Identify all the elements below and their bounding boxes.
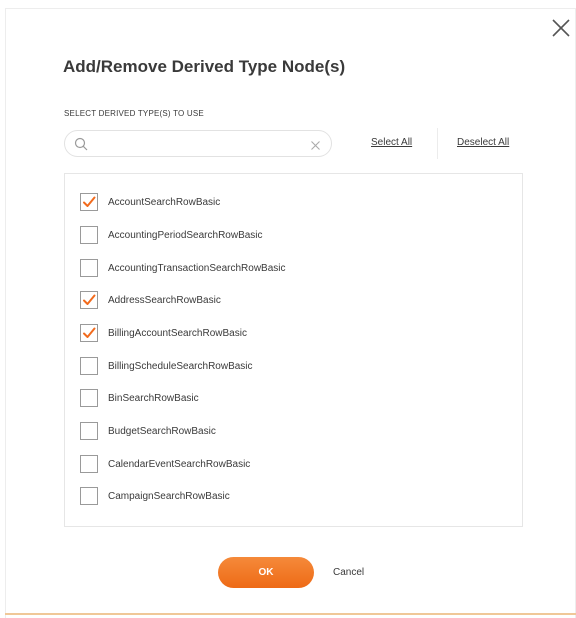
search-icon [74, 137, 88, 151]
list-item[interactable]: CampaignSearchRowBasic [80, 486, 230, 506]
checkmark-icon [83, 196, 96, 207]
section-label: SELECT DERIVED TYPE(S) TO USE [64, 109, 204, 118]
list-item-label: BillingAccountSearchRowBasic [108, 327, 247, 339]
derived-type-list: AccountSearchRowBasic AccountingPeriodSe… [64, 173, 523, 527]
list-item-label: AddressSearchRowBasic [108, 294, 221, 306]
list-item-label: BinSearchRowBasic [108, 392, 199, 404]
checkbox-checked[interactable] [80, 324, 98, 342]
divider [437, 128, 438, 159]
deselect-all-link[interactable]: Deselect All [457, 136, 509, 150]
ok-button[interactable]: OK [218, 557, 314, 588]
list-item-label: CalendarEventSearchRowBasic [108, 458, 251, 470]
checkbox[interactable] [80, 455, 98, 473]
list-item-label: AccountingTransactionSearchRowBasic [108, 262, 286, 274]
list-item-label: AccountSearchRowBasic [108, 196, 221, 208]
checkmark-icon [83, 294, 96, 305]
cancel-button[interactable]: Cancel [333, 567, 364, 579]
checkbox[interactable] [80, 259, 98, 277]
checkbox-checked[interactable] [80, 193, 98, 211]
list-item-label: AccountingPeriodSearchRowBasic [108, 229, 263, 241]
close-icon[interactable] [549, 16, 573, 40]
checkbox-checked[interactable] [80, 291, 98, 309]
list-item[interactable]: AccountingTransactionSearchRowBasic [80, 258, 286, 278]
select-all-link[interactable]: Select All [371, 136, 412, 150]
dialog-title: Add/Remove Derived Type Node(s) [63, 57, 346, 76]
checkbox[interactable] [80, 389, 98, 407]
list-item[interactable]: BinSearchRowBasic [80, 388, 199, 408]
list-item-label: BudgetSearchRowBasic [108, 425, 216, 437]
checkbox[interactable] [80, 487, 98, 505]
list-item[interactable]: AccountingPeriodSearchRowBasic [80, 225, 263, 245]
search-box [64, 130, 332, 157]
list-item[interactable]: AddressSearchRowBasic [80, 290, 221, 310]
checkbox[interactable] [80, 357, 98, 375]
derived-type-dialog: Add/Remove Derived Type Node(s) SELECT D… [0, 0, 576, 618]
dialog-bottom-accent [5, 613, 576, 615]
list-item[interactable]: BudgetSearchRowBasic [80, 421, 216, 441]
list-item[interactable]: BillingAccountSearchRowBasic [80, 323, 247, 343]
list-item[interactable]: AccountSearchRowBasic [80, 192, 220, 212]
checkbox[interactable] [80, 226, 98, 244]
list-item[interactable]: BillingScheduleSearchRowBasic [80, 356, 253, 376]
checkbox[interactable] [80, 422, 98, 440]
list-item-label: BillingScheduleSearchRowBasic [108, 360, 253, 372]
checkmark-icon [83, 327, 96, 338]
list-item-label: CampaignSearchRowBasic [108, 490, 230, 502]
list-item[interactable]: CalendarEventSearchRowBasic [80, 454, 250, 474]
clear-icon[interactable] [310, 138, 321, 150]
search-input[interactable] [95, 134, 295, 153]
